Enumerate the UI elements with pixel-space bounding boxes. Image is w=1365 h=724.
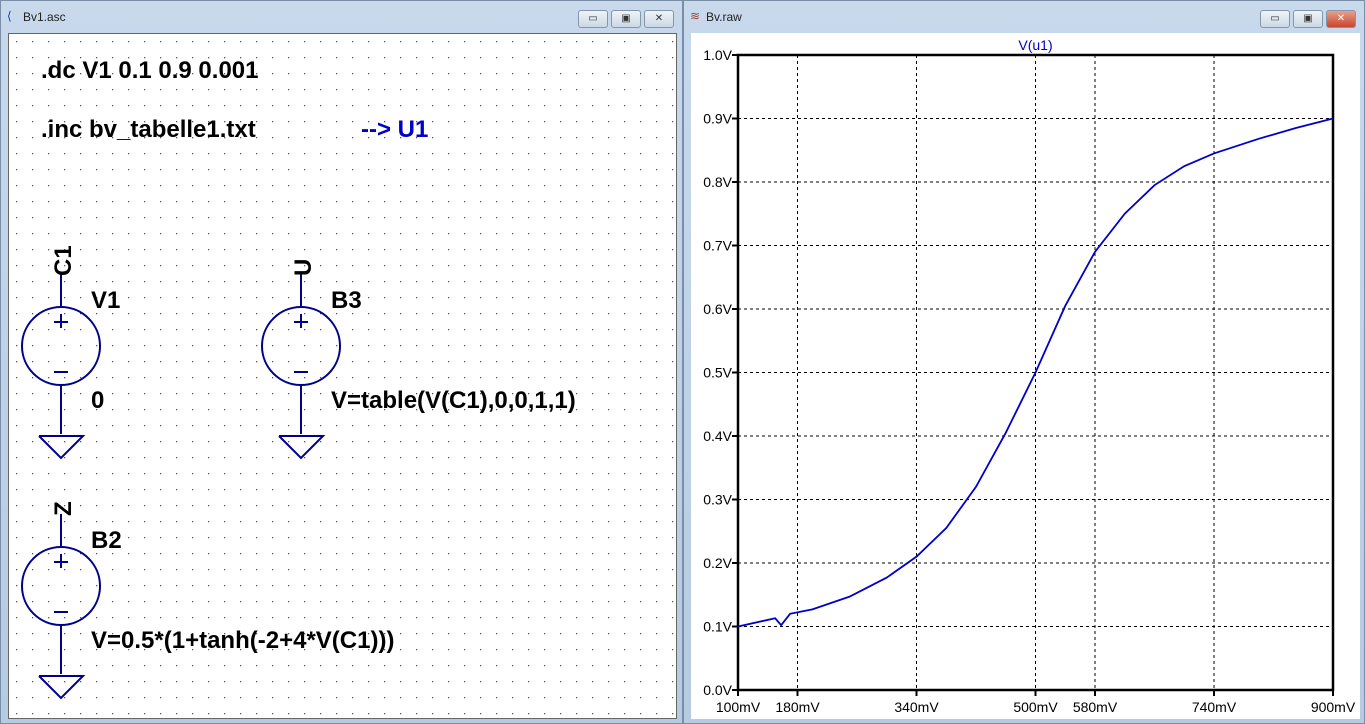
b2-name[interactable]: B2: [91, 527, 122, 554]
b3-value[interactable]: V=table(V(C1),0,0,1,1): [331, 387, 576, 414]
maximize-button[interactable]: ▣: [1293, 10, 1323, 28]
x-tick-label: 100mV: [716, 699, 761, 715]
close-button[interactable]: ✕: [1326, 10, 1356, 28]
v1-value[interactable]: 0: [91, 387, 104, 414]
schematic-canvas[interactable]: .dc V1 0.1 0.9 0.001 .inc bv_tabelle1.tx…: [8, 33, 677, 719]
y-tick-label: 0.4V: [703, 428, 732, 444]
window-title: Bv.raw: [706, 10, 742, 24]
y-tick-label: 0.6V: [703, 301, 732, 317]
net-label-u[interactable]: U: [290, 259, 317, 276]
minimize-button[interactable]: ▭: [1260, 10, 1290, 28]
x-tick-label: 900mV: [1311, 699, 1356, 715]
x-tick-label: 740mV: [1192, 699, 1237, 715]
schematic-window: ⟨ Bv1.asc ▭ ▣ ✕ .dc V1 0.1 0.9 0.001 .inc …: [0, 0, 683, 724]
dc-directive[interactable]: .dc V1 0.1 0.9 0.001: [41, 57, 259, 84]
y-tick-label: 0.2V: [703, 555, 732, 571]
comment-text[interactable]: --> U1: [361, 116, 428, 143]
window-title: Bv1.asc: [23, 10, 66, 24]
schematic-icon: ⟨: [7, 9, 12, 23]
x-tick-label: 580mV: [1073, 699, 1118, 715]
y-tick-label: 0.7V: [703, 238, 732, 254]
trace-title: V(u1): [1018, 37, 1052, 53]
waveform-plot: 0.0V 0.1V 0.2V 0.3V 0.4V 0.5V 0.6V 0.7V 0.8V 0.9V…: [703, 37, 1356, 715]
plot-pane[interactable]: 0.0V 0.1V 0.2V 0.3V 0.4V 0.5V 0.6V 0.7V 0.8V 0.9V…: [691, 33, 1360, 719]
waveform-icon: ≋: [690, 9, 701, 23]
x-tick-label: 500mV: [1013, 699, 1058, 715]
maximize-button[interactable]: ▣: [611, 10, 641, 28]
y-tick-label: 0.5V: [703, 365, 732, 381]
y-tick-label: 0.0V: [703, 682, 732, 698]
inc-directive[interactable]: .inc bv_tabelle1.txt: [41, 116, 256, 143]
v1-name[interactable]: V1: [91, 287, 120, 314]
y-tick-label: 0.9V: [703, 111, 732, 127]
x-tick-label: 180mV: [775, 699, 820, 715]
y-tick-label: 0.8V: [703, 174, 732, 190]
net-label-c1[interactable]: C1: [50, 245, 77, 276]
minimize-button[interactable]: ▭: [578, 10, 608, 28]
y-tick-label: 1.0V: [703, 47, 732, 63]
waveform-window: ≋ Bv.raw ▭ ▣ ✕ 0.0V 0.1V 0.2V 0.3V 0.4V 0.5V 0.6…: [683, 0, 1365, 724]
b2-value[interactable]: V=0.5*(1+tanh(-2+4*V(C1))): [91, 627, 394, 654]
net-label-z[interactable]: Z: [50, 501, 77, 516]
close-button[interactable]: ✕: [644, 10, 674, 28]
y-tick-label: 0.1V: [703, 619, 732, 635]
x-tick-label: 340mV: [894, 699, 939, 715]
y-tick-label: 0.3V: [703, 492, 732, 508]
b3-name[interactable]: B3: [331, 287, 362, 314]
